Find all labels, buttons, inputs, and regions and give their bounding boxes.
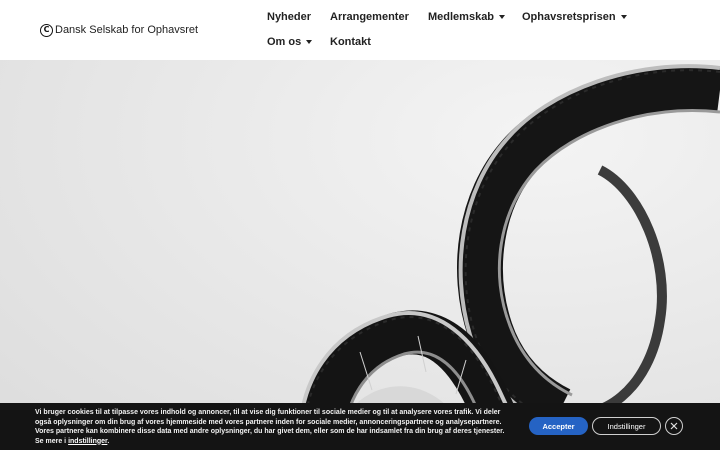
nav-item-medlemskab[interactable]: Medlemskab bbox=[428, 11, 506, 23]
hero-image bbox=[0, 60, 720, 450]
nav-label: Medlemskab bbox=[428, 11, 495, 23]
nav-item-kontakt[interactable]: Kontakt bbox=[330, 36, 371, 48]
cookie-close-button[interactable] bbox=[665, 417, 683, 435]
nav-label: Nyheder bbox=[267, 11, 312, 23]
accept-button[interactable]: Accepter bbox=[529, 417, 588, 435]
site-header: C Dansk Selskab for Ophavsret Nyheder Ar… bbox=[0, 0, 720, 60]
film-strip-image bbox=[297, 64, 720, 450]
cookie-text-end: . bbox=[107, 437, 110, 445]
nav-item-om-os[interactable]: Om os bbox=[267, 36, 313, 48]
chevron-down-icon bbox=[620, 15, 627, 19]
copyright-icon: C bbox=[40, 23, 53, 37]
nav-label: Arrangementer bbox=[330, 11, 409, 23]
site-name: Dansk Selskab for Ophavsret bbox=[55, 24, 199, 36]
site-logo[interactable]: C Dansk Selskab for Ophavsret bbox=[40, 21, 198, 39]
nav-label: Ophavsretsprisen bbox=[522, 11, 616, 23]
cookie-settings-link[interactable]: indstillinger bbox=[68, 438, 107, 445]
chevron-down-icon bbox=[306, 40, 313, 44]
chevron-down-icon bbox=[499, 15, 506, 19]
close-icon bbox=[670, 422, 678, 430]
cookie-message: Vi bruger cookies til at tilpasse vores … bbox=[35, 408, 505, 446]
nav-label: Om os bbox=[267, 36, 302, 48]
settings-button[interactable]: Indstillinger bbox=[592, 417, 661, 435]
nav-item-arrangementer[interactable]: Arrangementer bbox=[330, 11, 409, 23]
nav-item-ophavsretsprisen[interactable]: Ophavsretsprisen bbox=[522, 11, 627, 23]
nav-label: Kontakt bbox=[330, 36, 371, 48]
nav-item-nyheder[interactable]: Nyheder bbox=[267, 11, 311, 23]
